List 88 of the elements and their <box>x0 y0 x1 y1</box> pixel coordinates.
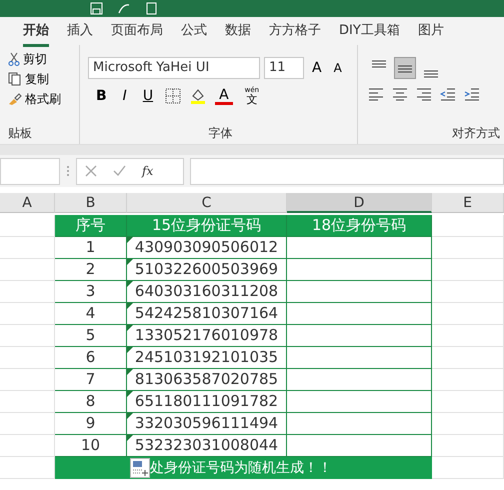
empty-cell <box>432 281 504 303</box>
ribbon-tab[interactable]: 数据 <box>216 18 260 44</box>
align-left-icon[interactable] <box>368 87 384 101</box>
column-header[interactable]: A <box>0 193 55 213</box>
empty-cell <box>0 259 55 281</box>
empty-cell <box>0 347 55 369</box>
font-size-field[interactable]: 11 <box>264 57 304 79</box>
brush-icon <box>8 92 22 106</box>
paste-options-icon[interactable] <box>130 458 150 478</box>
table-cell: 133052176010978 <box>127 325 287 347</box>
table-cell: 542425810307164 <box>127 303 287 325</box>
empty-cell <box>432 303 504 325</box>
formula-field[interactable] <box>190 158 504 184</box>
empty-cell <box>432 325 504 347</box>
column-header[interactable]: B <box>55 193 127 213</box>
ribbon-tab[interactable]: 开始 <box>14 18 58 44</box>
shrink-font-button[interactable]: A <box>330 62 346 74</box>
borders-icon[interactable] <box>165 88 182 104</box>
font-color-button[interactable]: A <box>215 88 233 104</box>
copy-button[interactable]: 复制 <box>8 69 75 89</box>
column-header[interactable]: C <box>127 193 287 213</box>
ribbon-tab[interactable]: DIY工具箱 <box>330 18 409 44</box>
empty-cell <box>0 369 55 391</box>
ribbon-tab[interactable]: 公式 <box>172 18 216 44</box>
group-label: 贴板 <box>8 125 33 142</box>
header-cell: 18位身份号码 <box>287 215 432 237</box>
table-cell: 510322600503969 <box>127 259 287 281</box>
table-cell: 9 <box>55 413 127 435</box>
insert-function-button[interactable]: fx <box>142 162 154 180</box>
format-painter-button[interactable]: 格式刷 <box>8 89 75 109</box>
empty-cell <box>432 413 504 435</box>
table-cell: 651180111091782 <box>127 391 287 413</box>
align-center-icon[interactable] <box>392 87 408 101</box>
underline-button[interactable]: U <box>138 89 158 103</box>
save-icon[interactable] <box>90 2 103 15</box>
table-cell: 640303160311208 <box>127 281 287 303</box>
ribbon-tab[interactable]: 插入 <box>58 18 102 44</box>
italic-button[interactable]: I <box>118 89 131 103</box>
scissors-icon <box>8 52 20 66</box>
ribbon-tab[interactable]: 图片 <box>408 18 453 44</box>
table-cell: 430903090506012 <box>127 237 287 259</box>
align-right-icon[interactable] <box>416 87 432 101</box>
table-cell: 2 <box>55 259 127 281</box>
ribbon-tab[interactable]: 页面布局 <box>102 18 172 44</box>
empty-cell <box>432 347 504 369</box>
empty-cell <box>0 413 55 435</box>
grow-font-button[interactable]: A <box>308 61 326 75</box>
empty-cell <box>0 391 55 413</box>
more-icon <box>66 164 70 178</box>
table-cell: 8 <box>55 391 127 413</box>
font-name-field[interactable]: Microsoft YaHei UI <box>88 57 260 79</box>
empty-cell <box>0 303 55 325</box>
empty-cell <box>432 369 504 391</box>
table-cell: 6 <box>55 347 127 369</box>
group-label: 字体 <box>208 125 232 142</box>
ribbon-tab[interactable]: 方方格子 <box>260 18 330 44</box>
table-cell: 813063587020785 <box>127 369 287 391</box>
increase-indent-icon[interactable] <box>464 87 480 101</box>
empty-cell <box>0 435 55 457</box>
table-cell: 245103192101035 <box>127 347 287 369</box>
empty-cell <box>432 391 504 413</box>
column-header[interactable]: D <box>287 193 432 213</box>
undo-icon[interactable] <box>117 2 131 14</box>
bold-button[interactable]: B <box>92 89 111 103</box>
empty-cell <box>0 281 55 303</box>
empty-cell <box>0 237 55 259</box>
check-icon[interactable] <box>113 165 126 177</box>
print-icon[interactable] <box>145 2 158 15</box>
middle-align-icon[interactable] <box>394 57 416 79</box>
group-label: 对齐方式 <box>452 125 500 142</box>
table-cell: 3 <box>55 281 127 303</box>
fill-color-icon[interactable] <box>189 87 208 105</box>
header-cell: 序号 <box>55 215 127 237</box>
column-header[interactable]: E <box>432 193 504 213</box>
cut-button[interactable]: 剪切 <box>8 49 75 69</box>
note-text: 处身份证号码为随机生成！！ <box>150 459 332 478</box>
table-cell: 4 <box>55 303 127 325</box>
copy-icon <box>8 72 22 86</box>
table-cell: 7 <box>55 369 127 391</box>
decrease-indent-icon[interactable] <box>440 87 456 101</box>
table-cell: 1 <box>55 237 127 259</box>
empty-cell <box>432 259 504 281</box>
table-cell: 5 <box>55 325 127 347</box>
empty-cell <box>0 325 55 347</box>
empty-cell <box>432 435 504 457</box>
empty-cell <box>432 237 504 259</box>
table-cell: 332030596111494 <box>127 413 287 435</box>
header-cell: 15位身份证号码 <box>127 215 287 237</box>
